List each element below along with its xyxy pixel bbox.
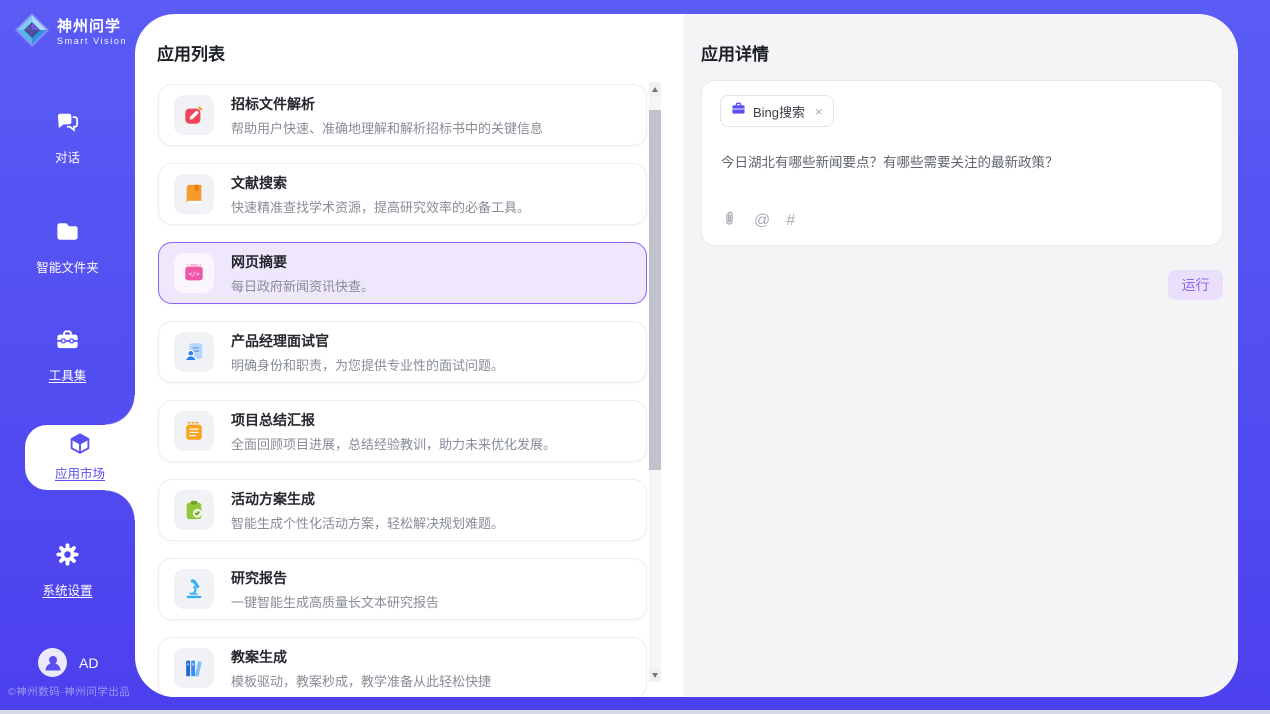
app-card[interactable]: 产品经理面试官 明确身份和职责，为您提供专业性的面试问题。 — [158, 321, 647, 383]
app-window: 神州问学 Smart Vision 对话 智能文件夹 — [0, 0, 1270, 714]
copyright-text: ©神州数码·神州问学出品 — [8, 684, 130, 699]
prompt-card: Bing搜索 × 今日湖北有哪些新闻要点？有哪些需要关注的最新政策？ @ # — [701, 80, 1223, 246]
tool-tag-bing-search[interactable]: Bing搜索 × — [720, 95, 834, 127]
microscope-icon — [174, 569, 214, 609]
browser-code-icon: </> — [174, 253, 214, 293]
sidebar-item-label: 系统设置 — [0, 580, 135, 599]
query-textarea[interactable]: 今日湖北有哪些新闻要点？有哪些需要关注的最新政策？ — [721, 151, 1201, 171]
main-content: 应用列表 应用详情 招标文件解析 帮助用户快速、准确地理解和解析招标书中的关键信… — [135, 14, 1238, 697]
sidebar-item-label: 工具集 — [0, 365, 135, 384]
folder-icon — [54, 232, 81, 249]
app-list-scrollbar[interactable] — [649, 82, 661, 682]
app-card-title: 教案生成 — [231, 647, 491, 667]
sidebar-item-label: 对话 — [0, 147, 135, 166]
avatar — [38, 648, 67, 677]
app-card-title: 网页摘要 — [231, 252, 374, 272]
brand-subtitle: Smart Vision — [57, 36, 127, 46]
notepad-icon — [174, 411, 214, 451]
run-button[interactable]: 运行 — [1168, 270, 1223, 300]
sidebar-item-toolset[interactable]: 工具集 — [0, 326, 135, 384]
mention-icon[interactable]: @ — [754, 213, 770, 229]
app-card-description: 模板驱动，教案秒成，教学准备从此轻松快捷 — [231, 671, 491, 690]
close-icon[interactable]: × — [815, 104, 823, 119]
triangle-up-icon — [652, 87, 658, 92]
app-card-description: 明确身份和职责，为您提供专业性的面试问题。 — [231, 355, 504, 374]
edit-doc-icon — [174, 95, 214, 135]
scrollbar-thumb[interactable] — [649, 110, 661, 470]
app-card-title: 招标文件解析 — [231, 94, 543, 114]
attachment-icon[interactable] — [721, 210, 738, 232]
user-account[interactable]: AD — [38, 648, 98, 677]
book-icon — [174, 174, 214, 214]
prompt-toolbar: @ # — [721, 210, 795, 232]
books-icon — [174, 648, 214, 688]
app-card-title: 产品经理面试官 — [231, 331, 504, 351]
app-card-description: 一键智能生成高质量长文本研究报告 — [231, 592, 439, 611]
app-card-description: 快速精准查找学术资源，提高研究效率的必备工具。 — [231, 197, 530, 216]
app-card[interactable]: 文献搜索 快速精准查找学术资源，提高研究效率的必备工具。 — [158, 163, 647, 225]
tab-fillet-top — [105, 395, 135, 425]
chat-icon — [54, 122, 81, 139]
brand-logo: 神州问学 Smart Vision — [14, 12, 127, 53]
app-card[interactable]: 研究报告 一键智能生成高质量长文本研究报告 — [158, 558, 647, 620]
app-list-title: 应用列表 — [157, 40, 225, 65]
sidebar-item-settings[interactable]: 系统设置 — [0, 541, 135, 599]
app-card[interactable]: 教案生成 模板驱动，教案秒成，教学准备从此轻松快捷 — [158, 637, 647, 697]
diamond-logo-icon — [14, 12, 50, 53]
app-card-description: 每日政府新闻资讯快查。 — [231, 276, 374, 295]
user-name: AD — [79, 655, 98, 671]
scroll-down-button[interactable] — [649, 668, 661, 682]
briefcase-icon — [731, 101, 746, 121]
app-card-description: 智能生成个性化活动方案，轻松解决规划难题。 — [231, 513, 504, 532]
gear-icon — [54, 555, 81, 572]
app-card-title: 研究报告 — [231, 568, 439, 588]
app-list: 招标文件解析 帮助用户快速、准确地理解和解析招标书中的关键信息 文献搜索 快速精… — [158, 84, 647, 697]
sidebar-item-label: 智能文件夹 — [0, 257, 135, 276]
app-card-title: 文献搜索 — [231, 173, 530, 193]
sidebar-item-app-market[interactable]: 应用市场 — [25, 425, 135, 490]
svg-text:</>: </> — [188, 270, 200, 278]
app-card[interactable]: 招标文件解析 帮助用户快速、准确地理解和解析招标书中的关键信息 — [158, 84, 647, 146]
app-card-title: 项目总结汇报 — [231, 410, 556, 430]
app-card-description: 帮助用户快速、准确地理解和解析招标书中的关键信息 — [231, 118, 543, 137]
app-detail-title: 应用详情 — [701, 40, 769, 65]
app-card[interactable]: 活动方案生成 智能生成个性化活动方案，轻松解决规划难题。 — [158, 479, 647, 541]
cube-icon — [67, 444, 93, 461]
hash-icon[interactable]: # — [786, 213, 795, 229]
scroll-up-button[interactable] — [649, 82, 661, 96]
tab-fillet-bottom — [105, 490, 135, 520]
app-card[interactable]: 项目总结汇报 全面回顾项目进展，总结经验教训，助力未来优化发展。 — [158, 400, 647, 462]
triangle-down-icon — [652, 673, 658, 678]
brand-name: 神州问学 — [57, 19, 127, 36]
sidebar-item-label: 应用市场 — [25, 463, 135, 482]
toolbox-icon — [54, 340, 81, 357]
interviewer-icon — [174, 332, 214, 372]
sidebar-item-chat[interactable]: 对话 — [0, 108, 135, 166]
sidebar-item-smart-folder[interactable]: 智能文件夹 — [0, 218, 135, 276]
sidebar: 神州问学 Smart Vision 对话 智能文件夹 — [0, 0, 135, 710]
app-card[interactable]: </> 网页摘要 每日政府新闻资讯快查。 — [158, 242, 647, 304]
app-card-title: 活动方案生成 — [231, 489, 504, 509]
app-card-description: 全面回顾项目进展，总结经验教训，助力未来优化发展。 — [231, 434, 556, 453]
clipboard-check-icon — [174, 490, 214, 530]
tool-tag-label: Bing搜索 — [753, 102, 805, 121]
